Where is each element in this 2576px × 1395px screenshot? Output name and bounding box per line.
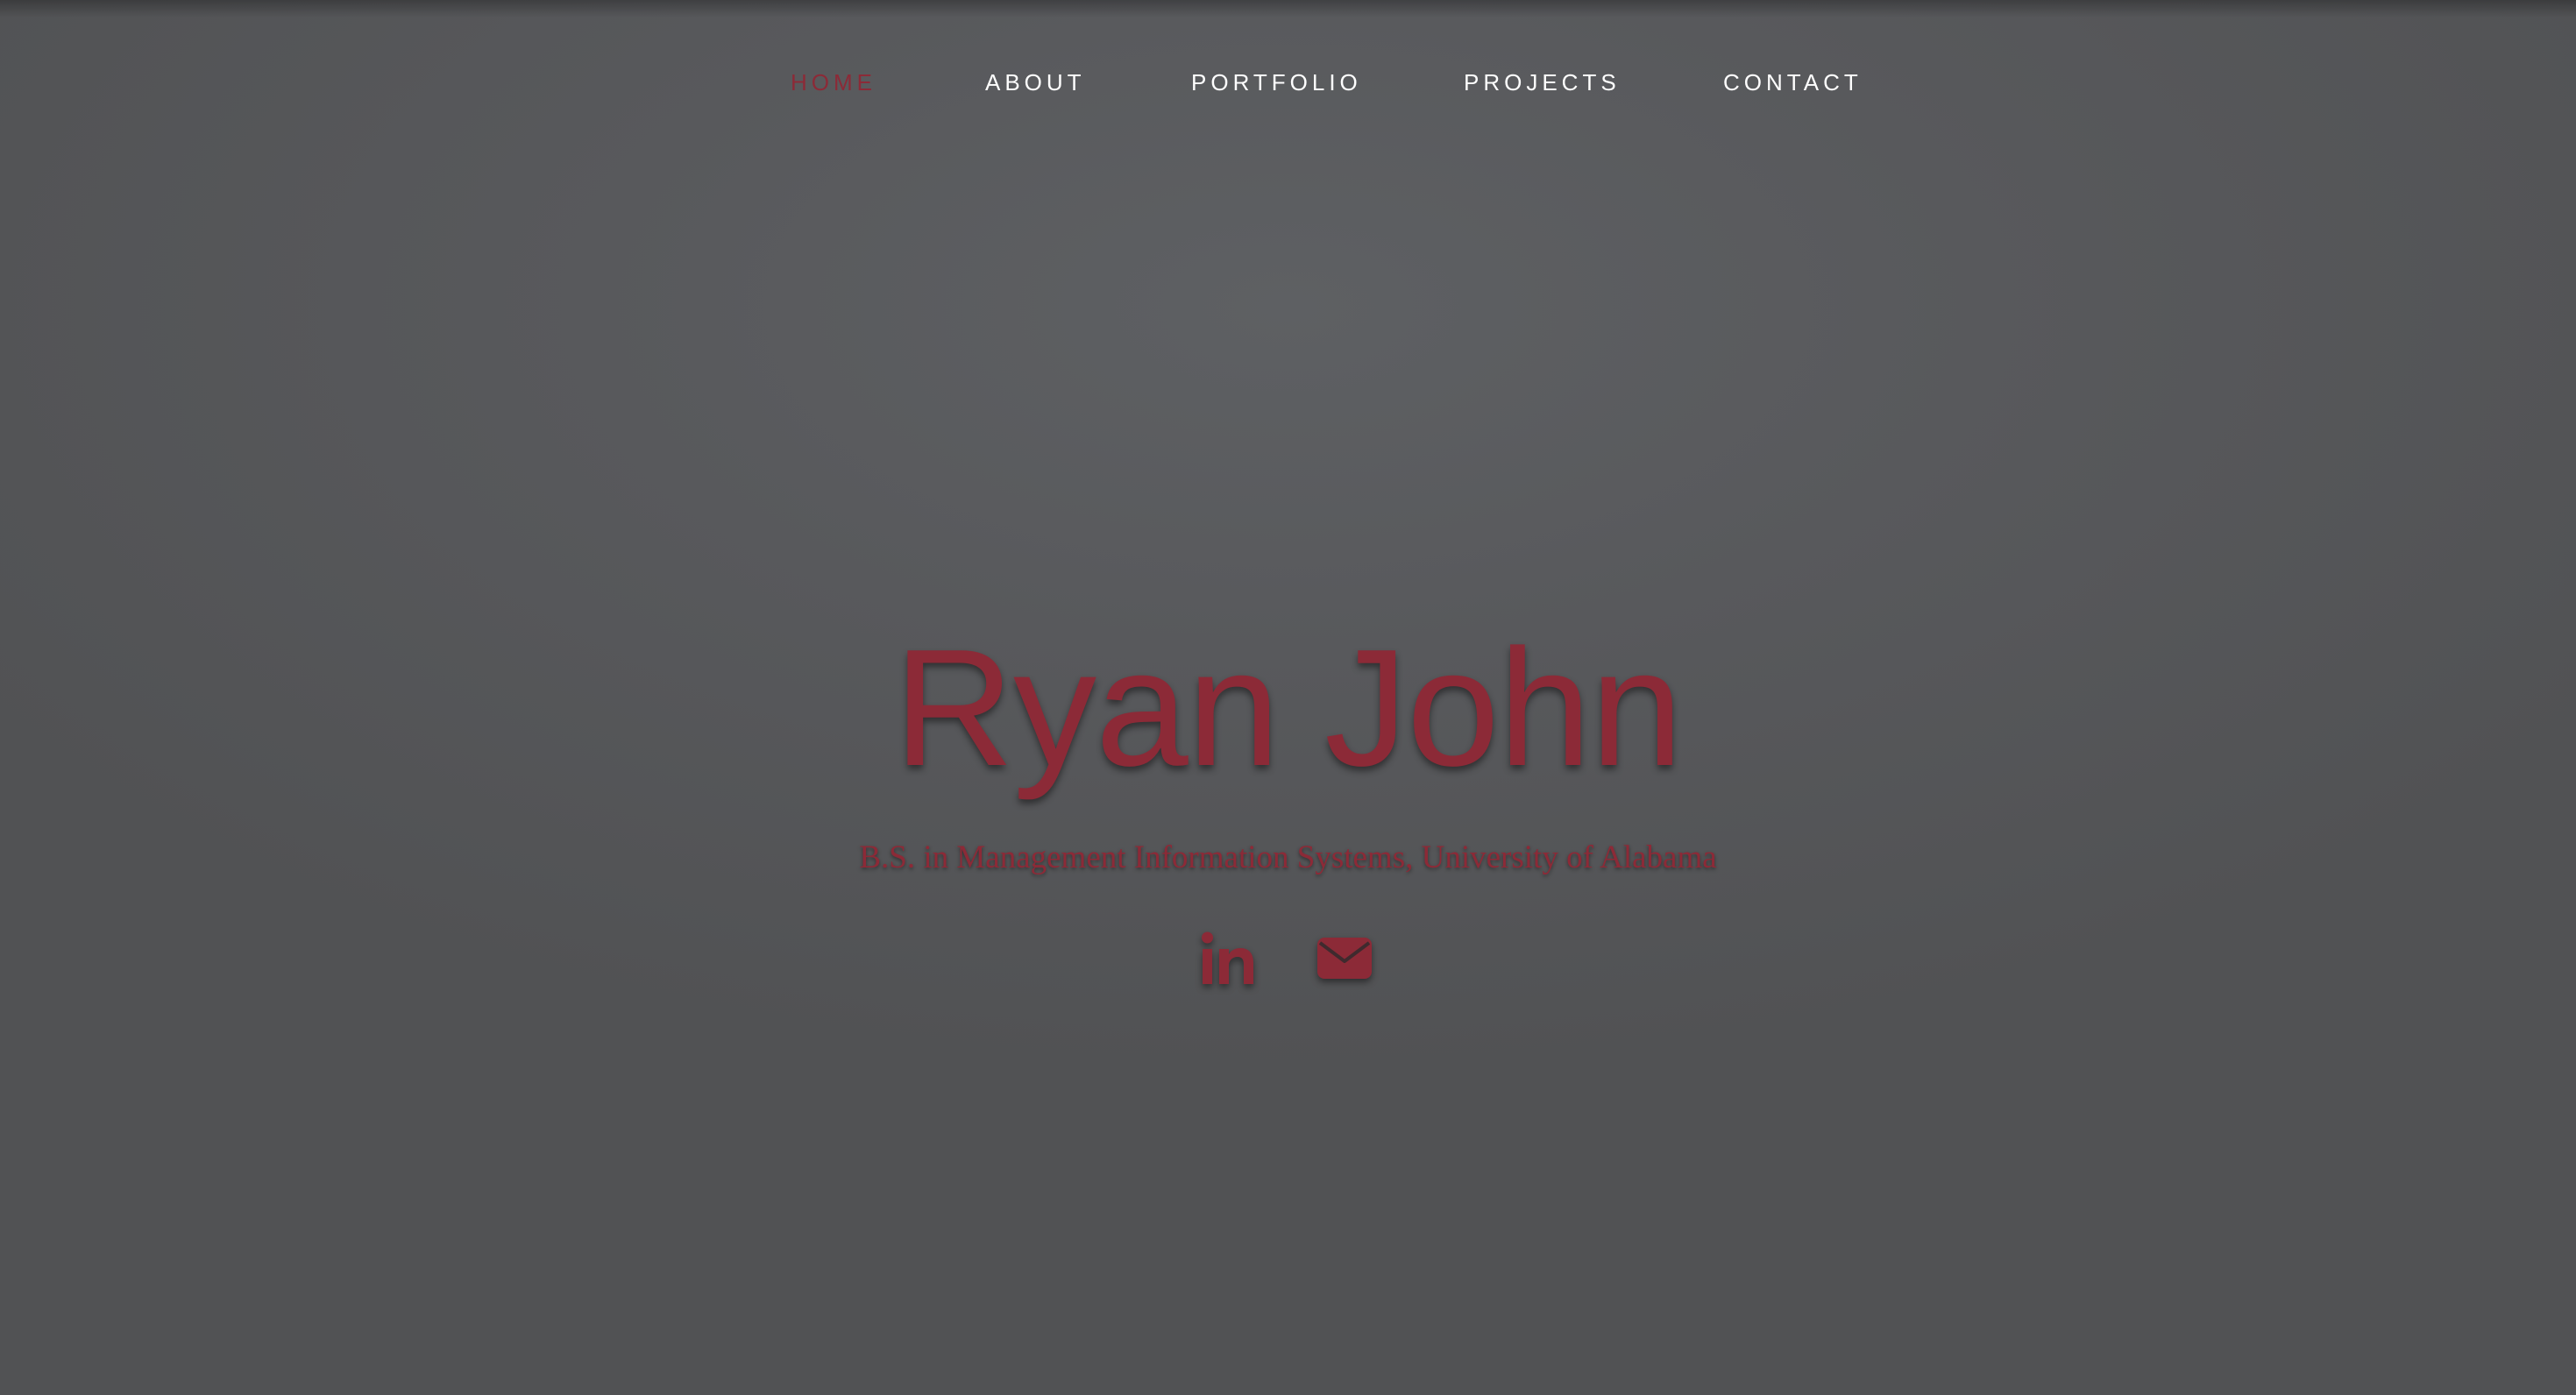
nav-item-projects[interactable]: PROJECTS (1464, 67, 1621, 98)
main-nav: HOME ABOUT PORTFOLIO PROJECTS CONTACT (0, 0, 2576, 166)
nav-item-home[interactable]: HOME (791, 67, 876, 98)
linkedin-icon (1199, 924, 1257, 995)
hero-name: Ryan John (893, 615, 1683, 801)
envelope-icon (1315, 924, 1376, 995)
nav-item-contact[interactable]: CONTACT (1723, 67, 1863, 98)
email-link[interactable] (1315, 924, 1376, 995)
hero-subtitle: B.S. in Management Information Systems, … (859, 839, 1717, 875)
nav-item-portfolio[interactable]: PORTFOLIO (1191, 67, 1362, 98)
nav-item-about[interactable]: ABOUT (985, 67, 1086, 98)
linkedin-link[interactable] (1199, 924, 1257, 995)
